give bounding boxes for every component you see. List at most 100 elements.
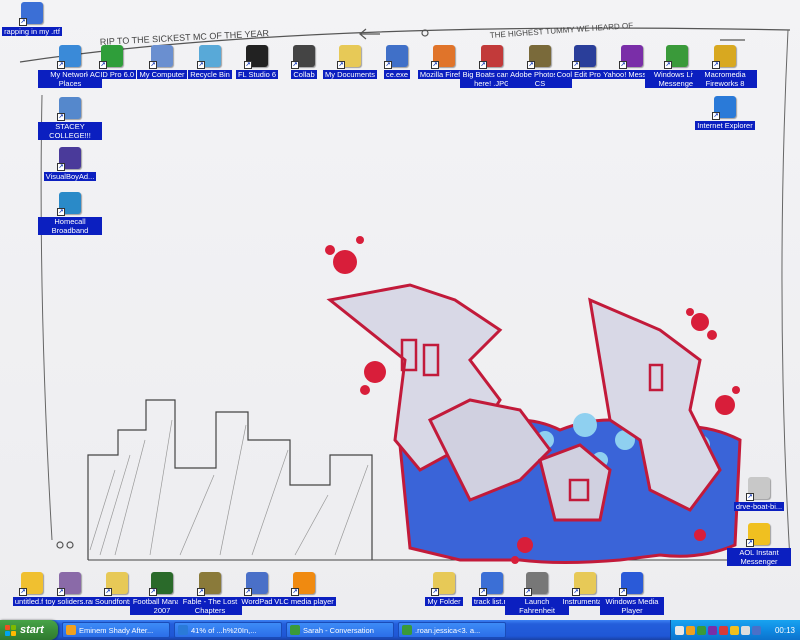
shortcut-arrow-icon: ↗ [746,493,754,501]
folder-icon: ↗ [337,45,361,69]
football-icon: ↗ [149,572,173,596]
taskbar-task-label: .roan.jessica<3. a... [415,625,481,635]
desktop-icon-drive-boat[interactable]: ↗ drve-boat-bi... [727,477,791,511]
desktop-icon-label: Macromedia Fireworks 8 [693,70,757,88]
firefox-icon: ↗ [431,45,455,69]
shortcut-arrow-icon: ↗ [149,588,157,596]
shortcut-arrow-icon: ↗ [291,61,299,69]
folder-icon: ↗ [572,572,596,596]
graffiti-wallpaper: RIP TO THE SICKEST MC OF THE YEAR THE HI… [19,21,791,564]
start-button[interactable]: start [0,620,58,640]
desktop-icon-label: My Folder [425,597,463,606]
cool-edit-icon: ↗ [572,45,596,69]
shortcut-arrow-icon: ↗ [57,588,65,596]
ie-icon [178,625,188,635]
fl-studio-icon: ↗ [244,45,268,69]
desktop-icon-macromedia-fireworks[interactable]: ↗ Macromedia Fireworks 8 [693,45,757,88]
shortcut-arrow-icon: ↗ [746,539,754,547]
shortcut-arrow-icon: ↗ [572,588,580,596]
desktop-icon-label: VLC media player [272,597,336,606]
taskbar-task-label: 41% of ...h%20In,... [191,625,257,635]
shortcut-arrow-icon: ↗ [291,588,299,596]
document-icon: ↗ [746,477,770,501]
taskbar-task-4[interactable]: .roan.jessica<3. a... [398,622,506,638]
desktop-icon-label: Internet Explorer [695,121,755,130]
shortcut-arrow-icon: ↗ [19,588,27,596]
shortcut-arrow-icon: ↗ [197,61,205,69]
desktop-icon-windows-media-player[interactable]: ↗ Windows Media Player [600,572,664,615]
tray-volume-icon[interactable] [741,625,750,635]
shortcut-arrow-icon: ↗ [149,61,157,69]
vlc-icon: ↗ [291,572,315,596]
shortcut-arrow-icon: ↗ [244,588,252,596]
media-player-icon: ↗ [619,572,643,596]
desktop-icon-vlc[interactable]: ↗ VLC media player [272,572,336,606]
desktop-icon-label: drve-boat-bi... [733,502,785,511]
shortcut-arrow-icon: ↗ [57,113,65,121]
folder-icon: ↗ [431,572,455,596]
fable-icon: ↗ [197,572,221,596]
messenger-icon [290,625,300,635]
tray-security-icon[interactable] [719,625,728,635]
start-label: start [20,624,44,636]
document-icon: ↗ [479,572,503,596]
shortcut-arrow-icon: ↗ [524,588,532,596]
shortcut-arrow-icon: ↗ [712,61,720,69]
tray-network-icon[interactable] [752,625,761,635]
shortcut-arrow-icon: ↗ [197,588,205,596]
taskbar-task-label: Eminem Shady After... [79,625,154,635]
shortcut-arrow-icon: ↗ [99,61,107,69]
photoshop-icon: ↗ [527,45,551,69]
folder-icon: ↗ [104,572,128,596]
desktop-icon-label: WordPad [239,597,275,606]
fireworks-icon: ↗ [712,45,736,69]
taskbar-task-3[interactable]: Sarah - Conversation [286,622,394,638]
shortcut-arrow-icon: ↗ [337,61,345,69]
taskbar-task-1[interactable]: Eminem Shady After... [62,622,170,638]
taskbar: start Eminem Shady After... 41% of ...h%2… [0,620,800,640]
shortcut-arrow-icon: ↗ [384,61,392,69]
shortcut-arrow-icon: ↗ [244,61,252,69]
yahoo-icon: ↗ [619,45,643,69]
document-icon: ↗ [19,2,43,26]
messenger-icon [402,625,412,635]
taskbar-task-label: Sarah - Conversation [303,625,374,635]
shortcut-arrow-icon: ↗ [431,61,439,69]
tray-yahoo-icon[interactable] [708,625,717,635]
archive-icon: ↗ [57,572,81,596]
shortcut-arrow-icon: ↗ [57,208,65,216]
globe-icon: ↗ [57,192,81,216]
taskbar-tasks: Eminem Shady After... 41% of ...h%20In,..… [58,622,506,638]
tray-aim-icon[interactable] [730,625,739,635]
system-tray: 00:13 [670,620,800,640]
gameboy-icon: ↗ [57,147,81,171]
desktop[interactable]: RIP TO THE SICKEST MC OF THE YEAR THE HI… [0,0,800,620]
recycle-bin-icon: ↗ [197,45,221,69]
shortcut-arrow-icon: ↗ [479,588,487,596]
tray-help-icon[interactable] [675,625,684,635]
desktop-icon-stacey-college[interactable]: ↗ STACEY COLLEGE!!! [38,97,102,140]
shortcut-icon: ↗ [57,97,81,121]
shortcut-arrow-icon: ↗ [527,61,535,69]
aim-icon: ↗ [746,523,770,547]
desktop-icon-label: Homecall Broadband [38,217,102,235]
messenger-icon: ↗ [664,45,688,69]
desktop-icon-visualboyadvance[interactable]: ↗ VisualBoyAd... [38,147,102,181]
winamp-icon [66,625,76,635]
taskbar-task-2[interactable]: 41% of ...h%20In,... [174,622,282,638]
desktop-icon-internet-explorer[interactable]: ↗ Internet Explorer [693,96,757,130]
tray-winamp-icon[interactable] [686,625,695,635]
desktop-icon-homecall-broadband[interactable]: ↗ Homecall Broadband [38,192,102,235]
shortcut-icon: ↗ [524,572,548,596]
desktop-icon-aol-instant-messenger[interactable]: ↗ AOL Instant Messenger [727,523,791,566]
shortcut-arrow-icon: ↗ [619,61,627,69]
desktop-icon-rapping-rtf[interactable]: ↗ rapping in my .rtf [0,2,64,36]
desktop-icon-label: AOL Instant Messenger [727,548,791,566]
desktop-icon-label: ACID Pro 6.0 [87,70,137,79]
shortcut-arrow-icon: ↗ [619,588,627,596]
taskbar-clock: 00:13 [774,625,795,635]
image-icon: ↗ [479,45,503,69]
desktop-icon-label: Collab [291,70,317,79]
tray-messenger-icon[interactable] [697,625,706,635]
shortcut-arrow-icon: ↗ [57,163,65,171]
